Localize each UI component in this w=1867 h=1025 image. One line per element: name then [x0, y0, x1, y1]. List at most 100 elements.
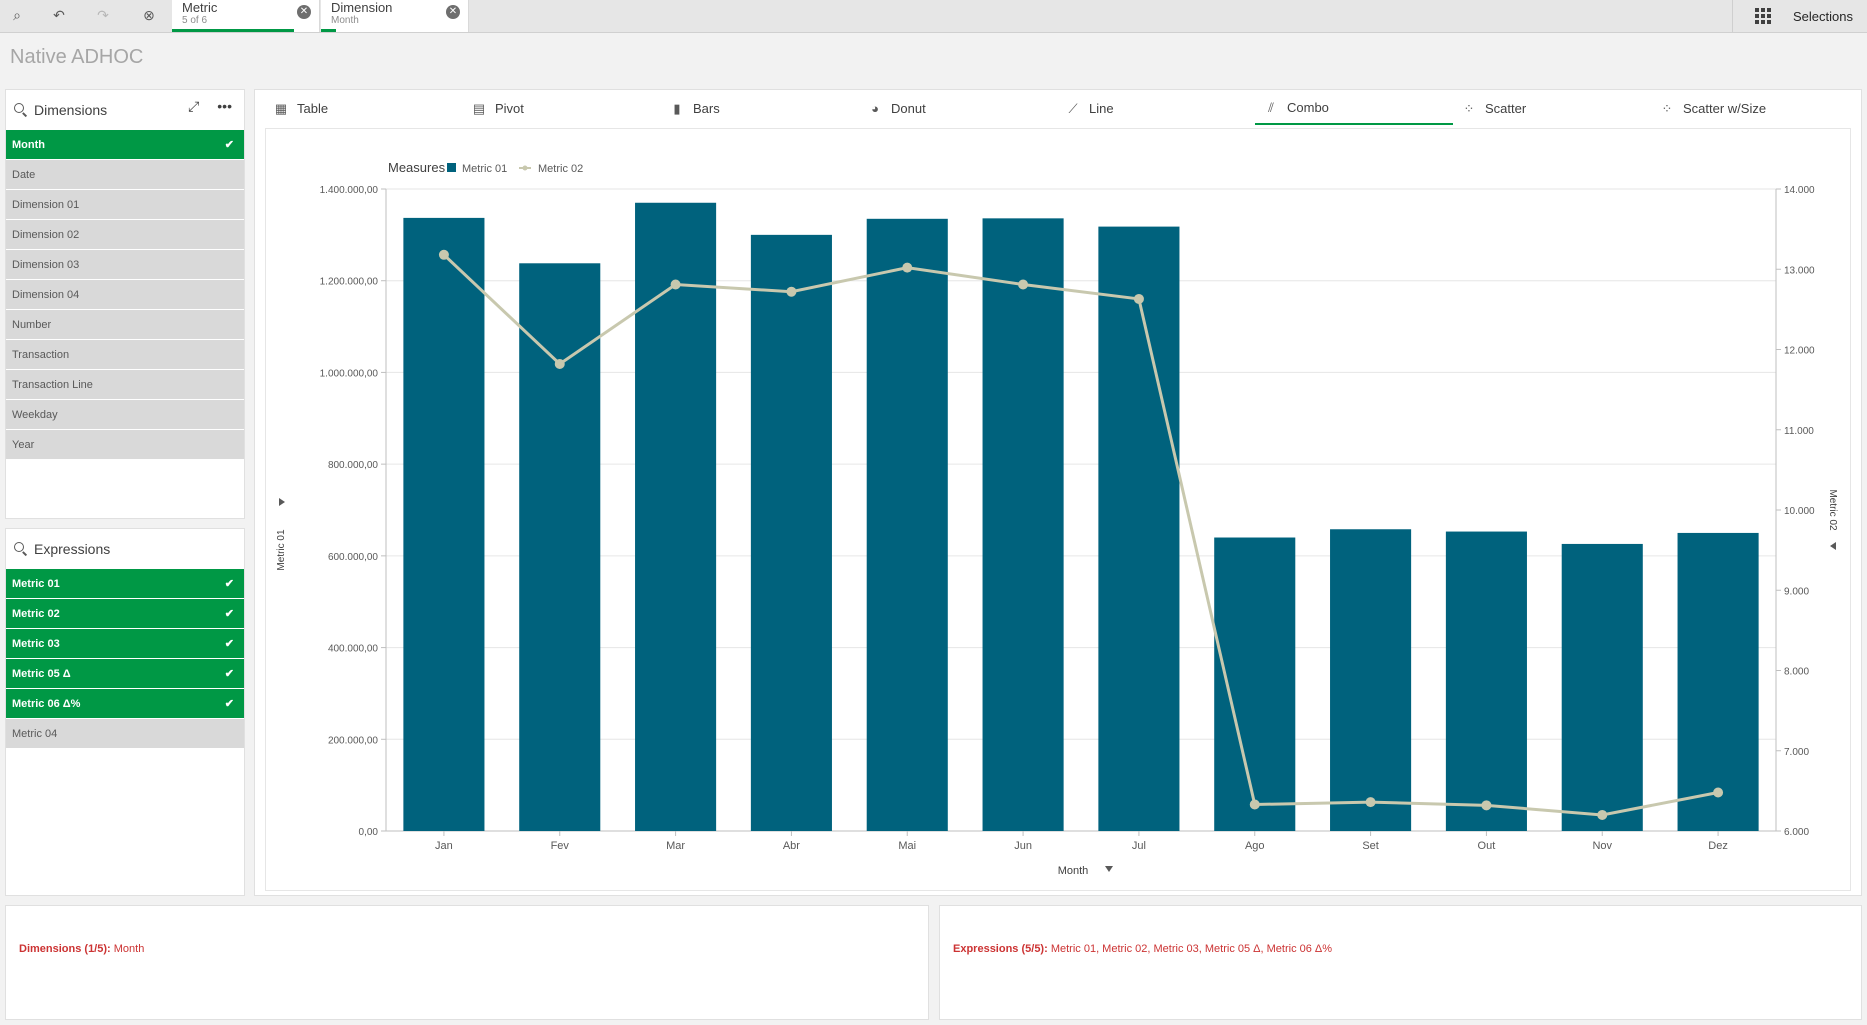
tab-line[interactable]: ⟋ Line [1057, 92, 1255, 125]
check-icon: ✔ [224, 578, 234, 590]
tab-label: Scatter [1485, 101, 1527, 116]
y2-tick-label: 9.000 [1784, 586, 1809, 597]
y2-tick-label: 12.000 [1784, 346, 1815, 357]
dimension-item[interactable]: Transaction [6, 340, 244, 370]
chip-title: Dimension [331, 0, 393, 15]
expression-item[interactable]: Metric 06 Δ% ✔ [6, 689, 244, 719]
legend-title: Measures [388, 160, 446, 175]
tab-pivot[interactable]: ▤ Pivot [463, 92, 661, 125]
expressions-summary: Expressions (5/5): Metric 01, Metric 02,… [953, 943, 1332, 955]
x-axis-title: Month [1058, 865, 1089, 877]
y-tick-label: 1.000.000,00 [320, 368, 379, 379]
x-tick-label: Out [1478, 840, 1496, 852]
step-back-icon[interactable]: ↶ [48, 5, 70, 25]
line-point [1249, 799, 1260, 810]
combo-chart-svg: 0,00 200.000,00 400.000,00 600.000,00 800.00… [276, 160, 1838, 877]
x-tick-label: Mar [666, 840, 685, 852]
expressions-panel: Expressions Metric 01 ✔ Metric 02 ✔ Metric 0… [5, 528, 245, 896]
y-tick-label: 200.000,00 [328, 735, 378, 746]
dimension-item-label: Number [12, 318, 52, 331]
selection-chip-dimension[interactable]: Dimension Month ✕ [321, 0, 469, 32]
dimension-item[interactable]: Date [6, 160, 244, 190]
top-toolbar: ⌕ ↶ ↷ ⊗ Metric 5 of 6 ✕ Dimension Month … [0, 0, 1867, 33]
tab-label: Combo [1287, 100, 1329, 115]
scatter-icon: ⁘ [1463, 100, 1475, 116]
expressions-list: Metric 01 ✔ Metric 02 ✔ Metric 03 ✔ Metric 05 … [6, 569, 244, 749]
expand-icon[interactable]: ⤢ [188, 98, 199, 115]
expression-item-label: Metric 03 [12, 637, 60, 650]
line-chart-icon: ⟋ [1068, 100, 1078, 116]
bar [1561, 543, 1643, 831]
selections-button[interactable]: Selections [1732, 0, 1867, 32]
expression-item-label: Metric 01 [12, 577, 60, 590]
tab-label: Scatter w/Size [1683, 101, 1767, 116]
dimension-item[interactable]: Transaction Line [6, 370, 244, 400]
x-tick-label: Jul [1132, 840, 1146, 852]
dimension-item-label: Dimension 04 [12, 288, 80, 301]
line-point [1713, 787, 1724, 798]
search-icon[interactable] [14, 542, 28, 556]
check-icon: ✔ [224, 139, 234, 151]
dimension-item[interactable]: Number [6, 310, 244, 340]
y2-axis-title: Metric 02 [1827, 489, 1838, 531]
more-options-icon[interactable]: ••• [217, 98, 232, 115]
dimension-item[interactable]: Dimension 03 [6, 250, 244, 280]
chip-progress-bar [172, 29, 295, 32]
line-point [786, 286, 797, 297]
tab-label: Pivot [495, 101, 524, 116]
tab-bars[interactable]: ▮ Bars [661, 92, 859, 125]
combo-chart[interactable]: 0,00 200.000,00 400.000,00 600.000,00 800.00… [265, 128, 1851, 891]
dimension-item[interactable]: Dimension 04 [6, 280, 244, 310]
tab-scatter-w-size[interactable]: ⁘ Scatter w/Size [1651, 92, 1849, 125]
tab-table[interactable]: ▦ Table [265, 92, 463, 125]
expression-item-label: Metric 04 [12, 727, 58, 740]
selections-label: Selections [1793, 8, 1853, 24]
selection-chip-metric[interactable]: Metric 5 of 6 ✕ [172, 0, 320, 32]
y-tick-label: 800.000,00 [328, 460, 378, 471]
tab-donut[interactable]: ◕ Donut [859, 92, 1057, 125]
bar [519, 263, 601, 831]
close-icon[interactable]: ✕ [446, 5, 460, 19]
step-forward-icon[interactable]: ↷ [92, 5, 114, 25]
bar-chart-icon: ▮ [673, 100, 681, 116]
dimension-item[interactable]: Year [6, 430, 244, 460]
y-axis-sort-icon [279, 498, 285, 506]
bar [750, 234, 832, 831]
expression-item-label: Metric 06 Δ% [12, 697, 81, 710]
expression-item[interactable]: Metric 03 ✔ [6, 629, 244, 659]
clear-all-selections-icon[interactable]: ⊗ [138, 5, 160, 25]
line-point [1133, 293, 1144, 304]
bar [1677, 532, 1759, 831]
smart-search-icon[interactable]: ⌕ [6, 5, 28, 25]
tab-scatter[interactable]: ⁘ Scatter [1453, 92, 1651, 125]
dimension-item[interactable]: Weekday [6, 400, 244, 430]
y2-tick-label: 11.000 [1784, 426, 1814, 437]
close-icon[interactable]: ✕ [297, 5, 311, 19]
tab-combo[interactable]: ⫽ Combo [1255, 92, 1453, 125]
dimension-item[interactable]: Dimension 02 [6, 220, 244, 250]
x-tick-label: Jan [435, 840, 453, 852]
dimension-item[interactable]: Dimension 01 [6, 190, 244, 220]
legend-swatch-dot [522, 165, 528, 171]
line-point [670, 279, 681, 290]
expression-item[interactable]: Metric 04 [6, 719, 244, 749]
dimensions-summary-value: Month [113, 943, 145, 955]
y-axis-title: Metric 01 [276, 529, 287, 571]
line-point [1481, 800, 1492, 811]
y-tick-label: 1.200.000,00 [320, 277, 379, 288]
dimension-item[interactable]: Month ✔ [6, 130, 244, 160]
pivot-icon: ▤ [472, 100, 486, 116]
expression-item-label: Metric 05 Δ [12, 667, 71, 680]
expression-item[interactable]: Metric 01 ✔ [6, 569, 244, 599]
expression-item[interactable]: Metric 02 ✔ [6, 599, 244, 629]
search-icon[interactable] [14, 103, 28, 117]
dimension-item-label: Dimension 03 [12, 258, 80, 271]
bar [403, 217, 485, 831]
expression-item[interactable]: Metric 05 Δ ✔ [6, 659, 244, 689]
check-icon: ✔ [224, 698, 234, 710]
visualization-panel: ▦ Table ▤ Pivot ▮ Bars ◕ Donut ⟋ Line ⫽ Combo ⁘ Scatt… [254, 89, 1862, 896]
page-title: Native ADHOC [10, 46, 144, 68]
y2-tick-label: 8.000 [1784, 667, 1809, 678]
y2-tick-label: 13.000 [1784, 265, 1815, 276]
chart-type-tabs: ▦ Table ▤ Pivot ▮ Bars ◕ Donut ⟋ Line ⫽ Combo ⁘ Scatt… [265, 92, 1851, 125]
